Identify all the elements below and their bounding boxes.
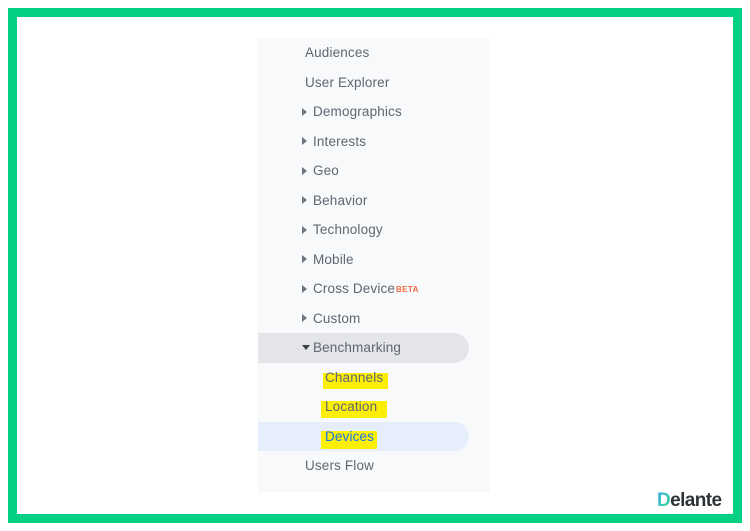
sidebar-item-interests[interactable]: Interests	[258, 127, 490, 157]
sidebar-item-demographics[interactable]: Demographics	[258, 97, 490, 127]
sidebar-item-mobile[interactable]: Mobile	[258, 245, 490, 275]
sidebar-item-label: Behavior	[313, 192, 368, 208]
sidebar-item-benchmarking[interactable]: Benchmarking	[258, 333, 490, 363]
logo-wordmark: elante	[670, 490, 722, 511]
chevron-right-icon[interactable]	[302, 314, 307, 323]
sidebar-item-label: Technology	[313, 222, 383, 237]
frame-border-bottom	[8, 514, 742, 523]
sidebar-item-label: Mobile	[313, 251, 354, 267]
chevron-right-icon[interactable]	[302, 166, 307, 175]
sidebar-item-label: Custom	[313, 310, 361, 326]
sidebar-item-users-flow[interactable]: Users Flow	[258, 451, 490, 481]
chevron-right-icon[interactable]	[302, 255, 307, 264]
chevron-down-icon[interactable]	[302, 345, 310, 351]
sidebar-item-technology[interactable]: Technology	[258, 215, 490, 245]
sidebar-item-custom[interactable]: Custom	[258, 304, 490, 334]
sidebar-item-label: Location	[325, 399, 378, 414]
beta-badge: BETA	[396, 285, 419, 294]
frame-border-left	[8, 8, 17, 523]
sidebar-item-label: Channels	[325, 369, 384, 385]
sidebar-item-cross-device[interactable]: Cross Device	[258, 274, 490, 304]
sidebar-item-label: Interests	[313, 133, 367, 149]
sidebar-item-geo[interactable]: Geo	[258, 156, 490, 186]
chevron-right-icon[interactable]	[302, 196, 307, 205]
sidebar-item-label: User Explorer	[305, 74, 390, 90]
sidebar-item-label: Demographics	[313, 104, 402, 119]
frame-border-right	[733, 8, 742, 523]
chevron-right-icon[interactable]	[302, 137, 307, 146]
chevron-right-icon[interactable]	[302, 107, 307, 116]
sidebar-item-user-explorer[interactable]: User Explorer	[258, 68, 490, 98]
analytics-audience-nav-panel: Audiences User Explorer Demographics Int…	[258, 38, 490, 492]
logo-initial: D	[657, 490, 671, 511]
sidebar-item-label: Benchmarking	[313, 340, 402, 355]
slide-canvas: Audiences User Explorer Demographics Int…	[0, 0, 750, 531]
sidebar-item-label: Audiences	[305, 45, 370, 60]
frame-border-top	[8, 8, 742, 17]
sidebar-item-label: Users Flow	[305, 458, 375, 473]
delante-logo: D elante	[657, 490, 722, 512]
chevron-right-icon[interactable]	[302, 225, 307, 234]
sidebar-item-behavior[interactable]: Behavior	[258, 186, 490, 216]
sidebar-item-audiences[interactable]: Audiences	[258, 38, 490, 68]
sidebar-item-label: Geo	[313, 163, 339, 178]
sidebar-item-label: Devices	[325, 428, 375, 444]
chevron-right-icon[interactable]	[302, 284, 307, 293]
sidebar-item-label: Cross Device	[313, 281, 396, 296]
